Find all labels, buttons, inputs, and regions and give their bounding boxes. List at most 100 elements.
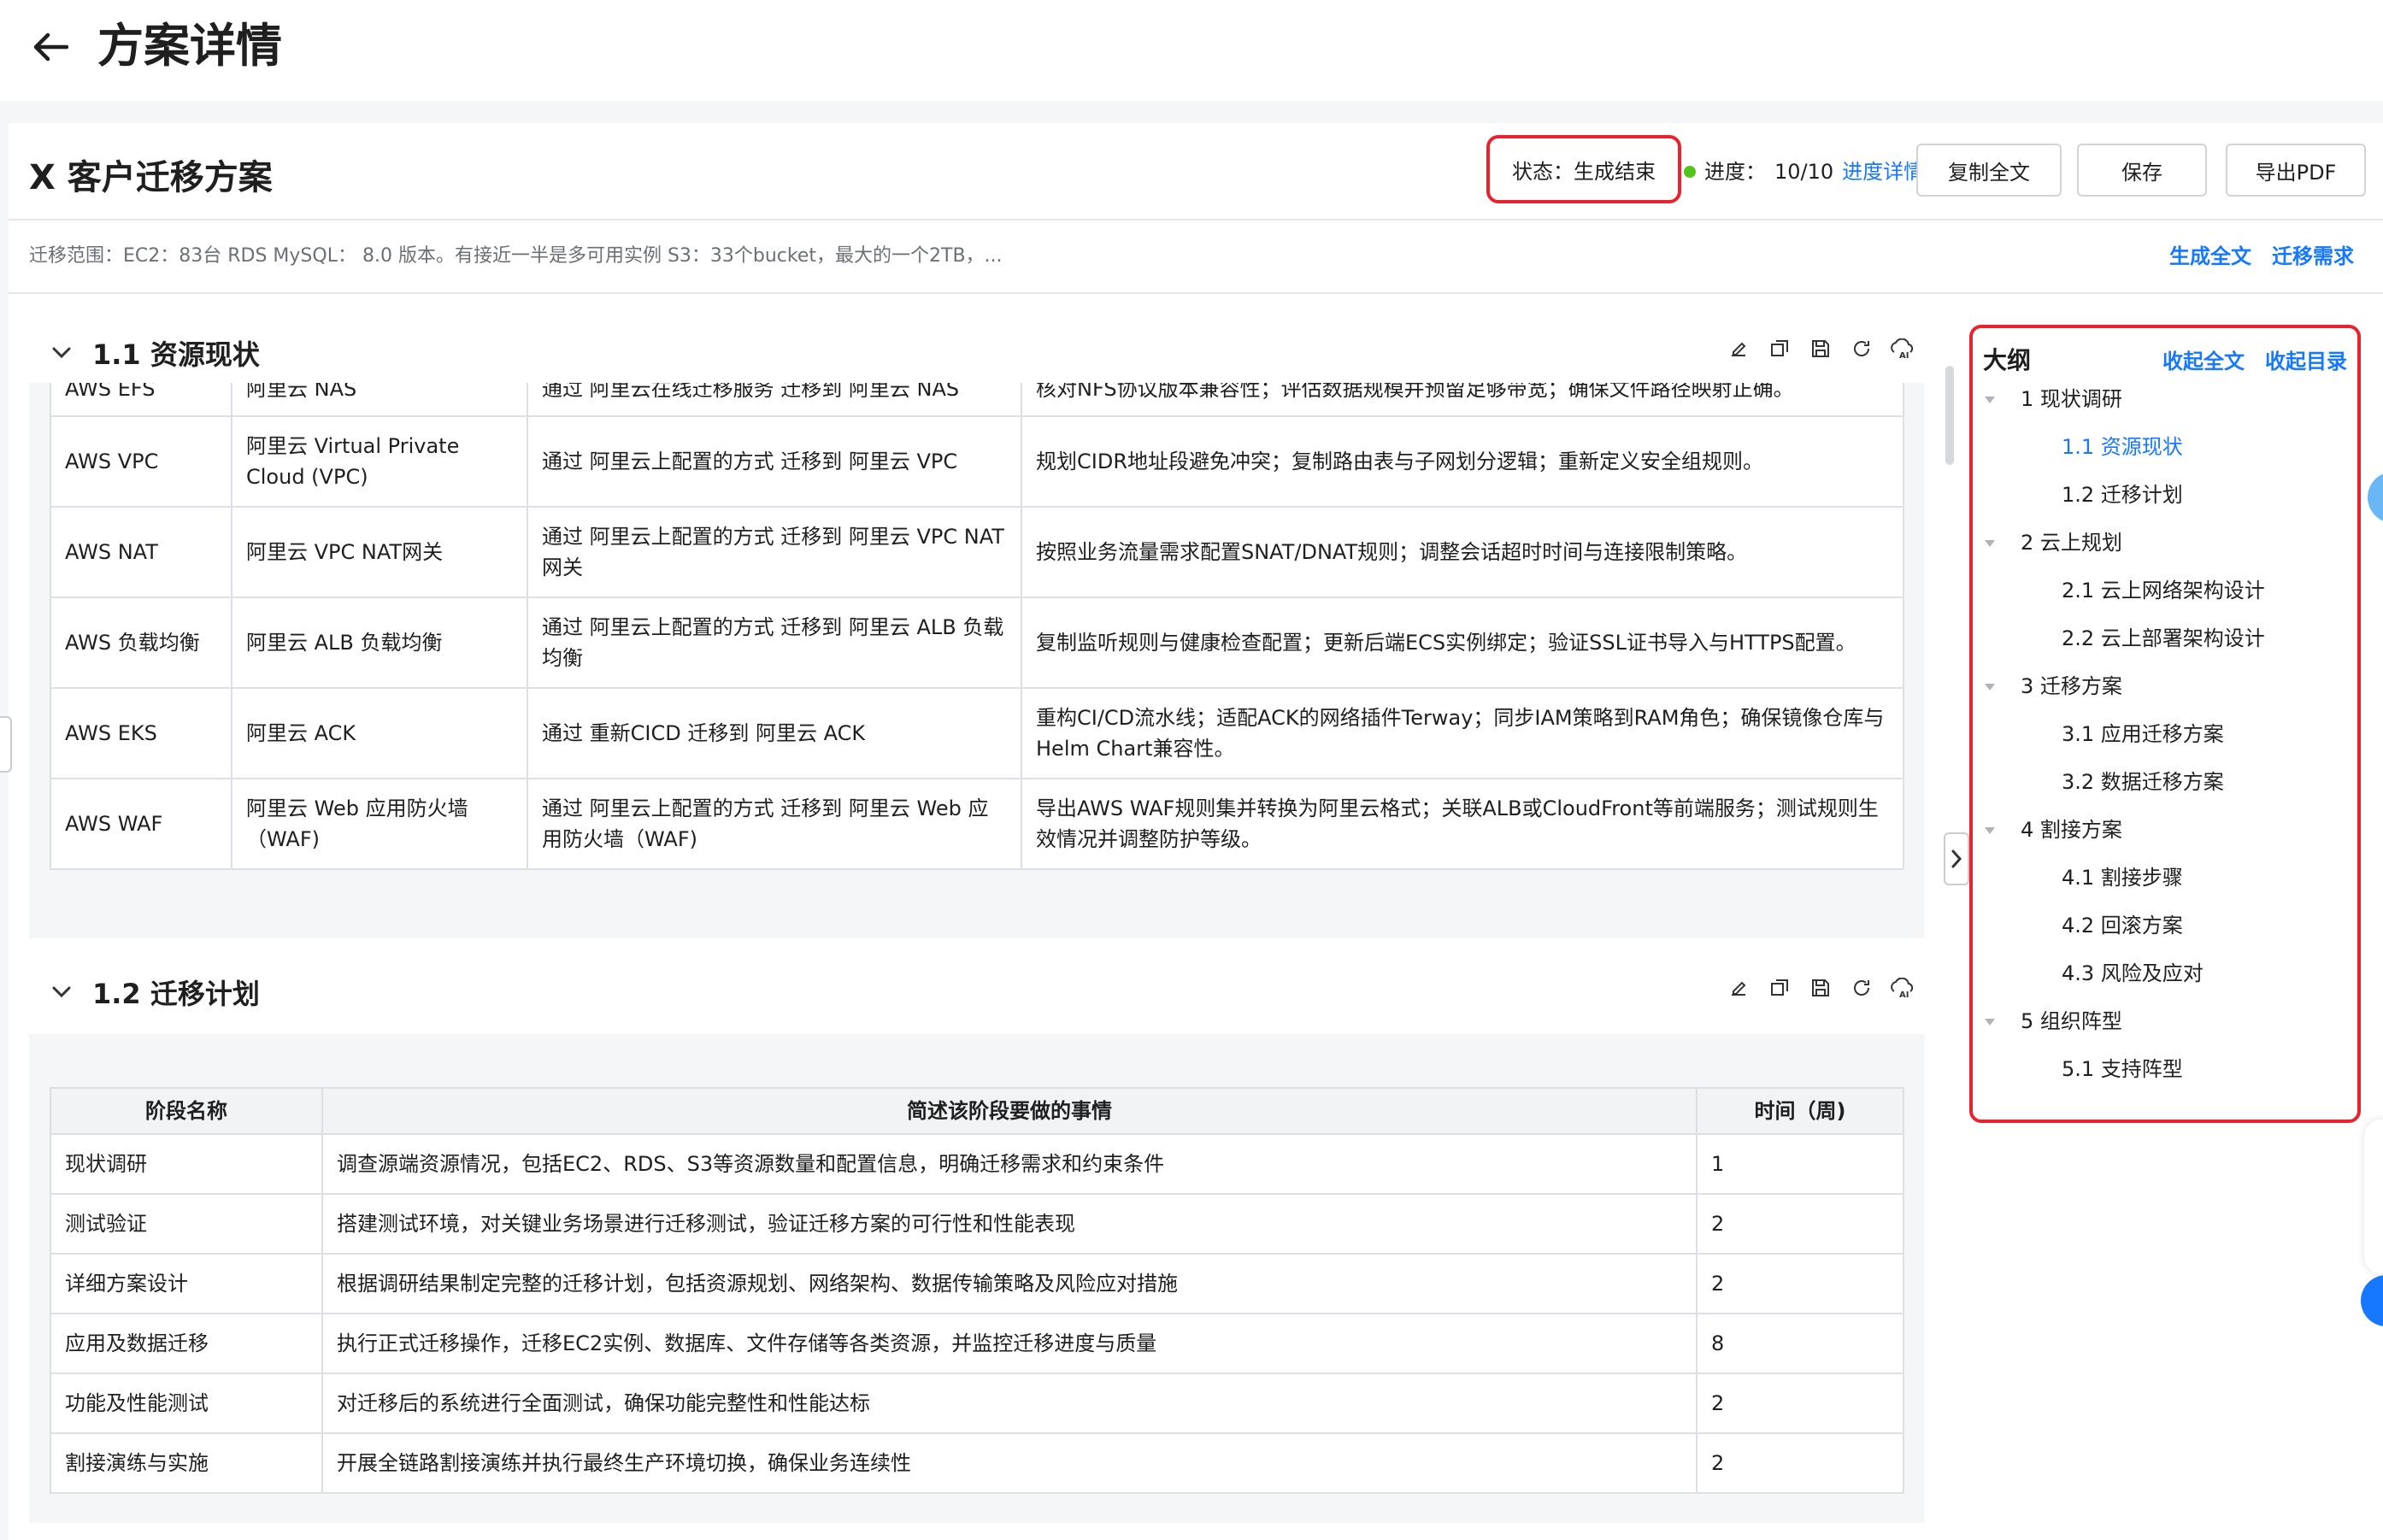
- caret-down-icon[interactable]: [1985, 684, 1995, 691]
- table-cell: 规划CIDR地址段避免冲突；复制路由表与子网划分逻辑；重新定义安全组规则。: [1021, 415, 1904, 508]
- outline-item[interactable]: 2.2 云上部署架构设计: [2062, 624, 2265, 653]
- table-cell: 重构CI/CD流水线；适配ACK的网络插件Terway；同步IAM策略到RAM角…: [1021, 687, 1904, 779]
- caret-down-icon[interactable]: [1985, 827, 1995, 834]
- top-bar: 方案详情: [0, 0, 2383, 101]
- outline-item[interactable]: 1.1 资源现状: [2062, 432, 2183, 461]
- progress-label: 进度：: [1704, 160, 1766, 184]
- outline-item[interactable]: 4 割接方案: [2021, 815, 2122, 844]
- outline-item[interactable]: 3.2 数据迁移方案: [2062, 767, 2224, 796]
- table-cell: 通过 阿里云上配置的方式 迁移到 阿里云 VPC: [527, 415, 1022, 508]
- outline-item[interactable]: 4.3 风险及应对: [2062, 959, 2204, 988]
- collapse-toc-link[interactable]: 收起目录: [2265, 344, 2347, 374]
- caret-down-icon[interactable]: [1985, 540, 1995, 547]
- status-dot-icon: [1684, 166, 1696, 178]
- copy-icon[interactable]: [1768, 337, 1792, 361]
- caret-down-icon[interactable]: [1985, 397, 1995, 403]
- progress-value: 10/10: [1774, 160, 1834, 184]
- outline-toggle-button[interactable]: [1944, 832, 1969, 885]
- left-drawer-handle[interactable]: [0, 716, 12, 773]
- table-row: 详细方案设计 根据调研结果制定完整的迁移计划，包括资源规划、网络架构、数据传输策略…: [50, 1253, 1904, 1314]
- outline-panel: 大纲 收起全文 收起目录 1 现状调研 1.1 资源现状 1.2 迁移计划 2 云上规…: [1969, 325, 2361, 1123]
- table-cell: 测试验证: [50, 1193, 323, 1255]
- table-cell: 详细方案设计: [50, 1253, 323, 1314]
- table-cell: AWS EKS: [50, 687, 232, 779]
- save-button[interactable]: 保存: [2077, 144, 2207, 197]
- table-row: AWS 负载均衡 阿里云 ALB 负载均衡 通过 阿里云上配置的方式 迁移到 阿里云…: [50, 597, 1904, 689]
- table-row: AWS EKS 阿里云 ACK 通过 重新CICD 迁移到 阿里云 ACK 重构CI/…: [50, 687, 1904, 779]
- svg-text:AI: AI: [1899, 351, 1909, 359]
- outline-item[interactable]: 5.1 支持阵型: [2062, 1055, 2183, 1084]
- table-cell: AWS WAF: [50, 778, 232, 870]
- outline-item[interactable]: 2 云上规划: [2021, 528, 2122, 557]
- divider: [9, 219, 2383, 220]
- collapse-all-link[interactable]: 收起全文: [2162, 344, 2245, 374]
- export-pdf-button[interactable]: 导出PDF: [2226, 144, 2366, 197]
- outline-item[interactable]: 3 迁移方案: [2021, 672, 2122, 701]
- table-cell: AWS VPC: [50, 415, 232, 508]
- table-row: 割接演练与实施 开展全链路割接演练并执行最终生产环境切换，确保业务连续性 2: [50, 1432, 1904, 1494]
- table-row: AWS WAF 阿里云 Web 应用防火墙（WAF) 通过 阿里云上配置的方式 迁移…: [50, 778, 1904, 870]
- section-body: 阶段名称 简述该阶段要做的事情 时间（周) 现状调研 调查源端资源情况，包括EC2…: [29, 1034, 1925, 1523]
- svg-text:AI: AI: [1899, 990, 1909, 998]
- table-row: 功能及性能测试 对迁移后的系统进行全面测试，确保功能完整性和性能达标 2: [50, 1372, 1904, 1434]
- table-cell: 阿里云 ACK: [231, 687, 528, 779]
- outline-item[interactable]: 5 组织阵型: [2021, 1007, 2122, 1036]
- ai-icon[interactable]: AI: [1891, 976, 1915, 1000]
- copy-icon[interactable]: [1768, 976, 1792, 1000]
- table-cell: 8: [1696, 1313, 1904, 1374]
- table-cell: 2: [1696, 1372, 1904, 1434]
- table-cell: 执行正式迁移操作，迁移EC2实例、数据库、文件存储等各类资源，并监控迁移进度与质…: [321, 1313, 1698, 1374]
- refresh-icon[interactable]: [1850, 976, 1874, 1000]
- migration-requirements-link[interactable]: 迁移需求: [2272, 241, 2354, 272]
- progress-indicator: 进度： 10/10 进度详情: [1684, 157, 1924, 186]
- table-cell: 对迁移后的系统进行全面测试，确保功能完整性和性能达标: [321, 1372, 1698, 1434]
- chevron-down-icon[interactable]: [44, 336, 79, 370]
- table-cell: 核对NFS协议版本兼容性；评估数据规模并预留足够带宽；确保文件路径映射正确。: [1021, 383, 1904, 417]
- table-cell: 1: [1696, 1133, 1904, 1195]
- chevron-down-icon[interactable]: [44, 975, 79, 1009]
- save-icon[interactable]: [1809, 337, 1833, 361]
- table-cell: AWS 负载均衡: [50, 597, 232, 689]
- edit-icon[interactable]: [1727, 976, 1750, 1000]
- progress-details-link[interactable]: 进度详情: [1842, 157, 1924, 186]
- table-row: AWS NAT 阿里云 VPC NAT网关 通过 阿里云上配置的方式 迁移到 阿里云…: [50, 506, 1904, 598]
- page-title: 方案详情: [97, 19, 282, 73]
- status-label: 状态：: [1512, 159, 1574, 184]
- section-title: 1.2 迁移计划: [92, 978, 260, 1010]
- content-scrollbar[interactable]: [1945, 366, 1954, 465]
- copy-all-button[interactable]: 复制全文: [1916, 144, 2062, 197]
- assistant-side-panel[interactable]: [2364, 1120, 2383, 1273]
- caret-down-icon[interactable]: [1985, 1019, 1995, 1026]
- outline-item[interactable]: 4.1 割接步骤: [2062, 863, 2183, 892]
- save-icon[interactable]: [1809, 976, 1833, 1000]
- section-toolbar: AI: [1727, 337, 1915, 361]
- section-body: AWS EFS 阿里云 NAS 通过 阿里云在线迁移服务 迁移到 阿里云 NAS 核对…: [29, 383, 1925, 938]
- refresh-icon[interactable]: [1850, 337, 1874, 361]
- migration-plan-table: 阶段名称 简述该阶段要做的事情 时间（周) 现状调研 调查源端资源情况，包括EC2…: [50, 1087, 1904, 1494]
- migration-scope-text: 迁移范围：EC2：83台 RDS MySQL： 8.0 版本。有接近一半是多可用…: [29, 245, 1003, 267]
- table-cell: 现状调研: [50, 1133, 323, 1195]
- table-cell: 通过 重新CICD 迁移到 阿里云 ACK: [527, 687, 1022, 779]
- edit-icon[interactable]: [1727, 337, 1750, 361]
- back-arrow-icon[interactable]: [29, 26, 72, 68]
- table-cell: 割接演练与实施: [50, 1432, 323, 1494]
- outline-item[interactable]: 1 现状调研: [2021, 385, 2122, 414]
- ai-icon[interactable]: AI: [1891, 337, 1915, 361]
- table-cell: 导出AWS WAF规则集并转换为阿里云格式；关联ALB或CloudFront等前…: [1021, 778, 1904, 870]
- section-title: 1.1 资源现状: [92, 338, 260, 371]
- table-cell: 通过 阿里云上配置的方式 迁移到 阿里云 ALB 负载均衡: [527, 597, 1022, 689]
- table-header-row: 阶段名称 简述该阶段要做的事情 时间（周): [50, 1087, 1904, 1135]
- outline-item[interactable]: 2.1 云上网络架构设计: [2062, 576, 2265, 605]
- table-cell: 按照业务流量需求配置SNAT/DNAT规则；调整会话超时时间与连接限制策略。: [1021, 506, 1904, 598]
- outline-item[interactable]: 4.2 回滚方案: [2062, 911, 2183, 940]
- outline-item[interactable]: 3.1 应用迁移方案: [2062, 720, 2224, 749]
- plan-card: X 客户迁移方案 状态： 生成结束 进度： 10/10 进度详情 复制全文 保存…: [9, 123, 2383, 1540]
- table-cell: 调查源端资源情况，包括EC2、RDS、S3等资源数量和配置信息，明确迁移需求和约…: [321, 1133, 1698, 1195]
- column-header: 阶段名称: [50, 1087, 323, 1135]
- generate-full-text-link[interactable]: 生成全文: [2169, 241, 2251, 272]
- table-row: AWS EFS 阿里云 NAS 通过 阿里云在线迁移服务 迁移到 阿里云 NAS 核对…: [50, 383, 1904, 417]
- outline-title: 大纲: [1983, 346, 2032, 374]
- column-header: 简述该阶段要做的事情: [321, 1087, 1698, 1135]
- outline-item[interactable]: 1.2 迁移计划: [2062, 480, 2183, 509]
- table-cell: 复制监听规则与健康检查配置；更新后端ECS实例绑定；验证SSL证书导入与HTTP…: [1021, 597, 1904, 689]
